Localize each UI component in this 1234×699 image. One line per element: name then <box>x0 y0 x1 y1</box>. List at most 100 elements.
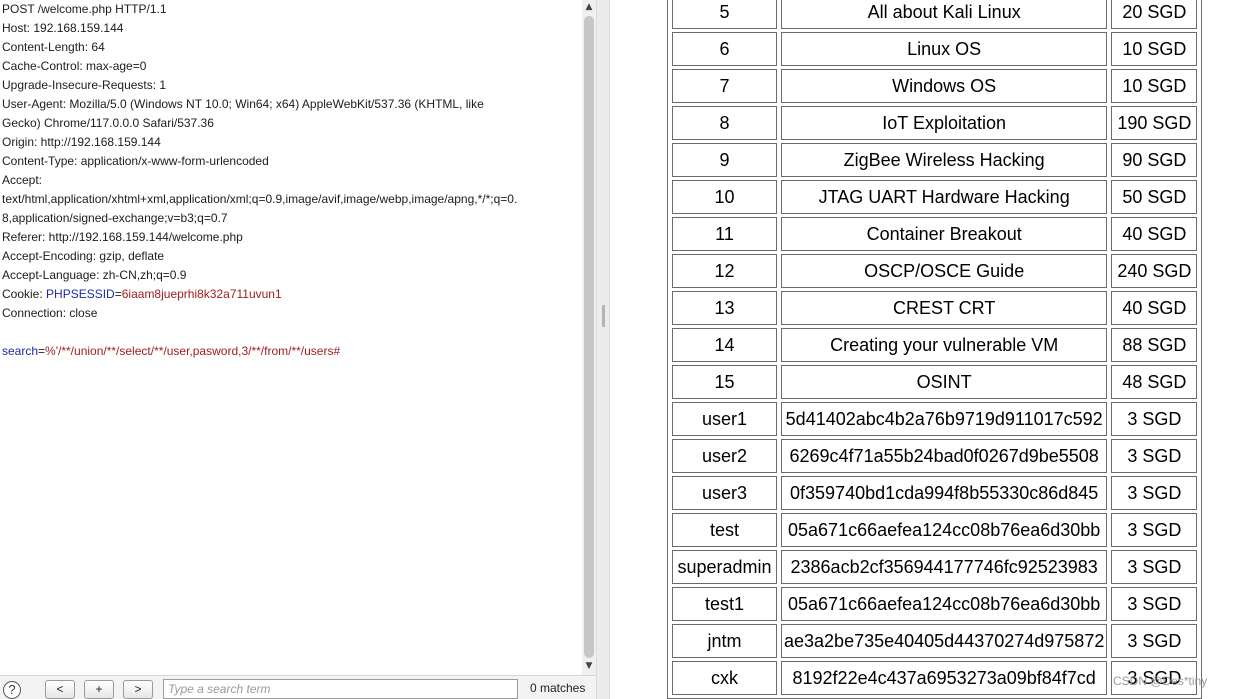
next-match-button[interactable]: > <box>123 680 153 699</box>
divider-grip-icon[interactable] <box>602 305 605 327</box>
request-text-segment: Connection: close <box>2 306 98 320</box>
request-text-segment: Host: 192.168.159.144 <box>2 21 124 35</box>
row-id-cell: 11 <box>672 217 777 251</box>
row-name-cell: ae3a2be735e40405d44370274d975872 <box>781 624 1108 658</box>
row-price-cell: 3 SGD <box>1111 439 1198 473</box>
row-name-cell: CREST CRT <box>781 291 1108 325</box>
row-price-cell: 3 SGD <box>1111 513 1198 547</box>
row-id-cell: 7 <box>672 69 777 103</box>
row-price-cell: 90 SGD <box>1111 143 1198 177</box>
row-price-cell: 240 SGD <box>1111 254 1198 288</box>
request-line: Cookie: PHPSESSID=6iaam8jueprhi8k32a711u… <box>2 285 574 304</box>
results-table: 5 All about Kali Linux 20 SGD 6 Linux OS 10 S… <box>667 0 1203 699</box>
request-line: search=%'/**/union/**/select/**/user,pas… <box>2 342 574 361</box>
request-text-segment: Accept: <box>2 173 43 187</box>
request-line: Content-Length: 64 <box>2 38 574 57</box>
row-price-cell: 48 SGD <box>1111 365 1198 399</box>
request-text-segment: Cache-Control: max-age=0 <box>2 59 147 73</box>
row-name-cell: Windows OS <box>781 69 1108 103</box>
row-name-cell: 8192f22e4c437a6953273a09bf84f7cd <box>781 661 1108 695</box>
row-price-cell: 3 SGD <box>1111 550 1198 584</box>
request-editor[interactable]: POST /welcome.php HTTP/1.1 Host: 192.168.… <box>0 0 582 675</box>
row-id-cell: cxk <box>672 661 777 695</box>
request-line: Gecko) Chrome/117.0.0.0 Safari/537.36 <box>2 114 574 133</box>
row-name-cell: Linux OS <box>781 32 1108 66</box>
row-id-cell: user2 <box>672 439 777 473</box>
request-line: Origin: http://192.168.159.144 <box>2 133 574 152</box>
row-name-cell: 5d41402abc4b2a76b9719d911017c592 <box>781 402 1108 436</box>
row-name-cell: IoT Exploitation <box>781 106 1108 140</box>
watermark: CSDN @Des*tiny <box>1113 674 1208 688</box>
scroll-down-arrow-icon[interactable]: ▼ <box>582 659 596 673</box>
request-text-segment: = <box>38 344 46 358</box>
previous-match-button[interactable]: < <box>45 680 75 699</box>
request-text-segment: Accept-Language: zh-CN,zh;q=0.9 <box>2 268 187 282</box>
row-name-cell: 05a671c66aefea124cc08b76ea6d30bb <box>781 587 1108 621</box>
request-line: Cache-Control: max-age=0 <box>2 57 574 76</box>
request-scrollbar[interactable]: ▲ ▼ <box>582 0 596 675</box>
row-price-cell: 3 SGD <box>1111 587 1198 621</box>
table-row: user3 0f359740bd1cda994f8b55330c86d845 3 S… <box>672 476 1198 510</box>
row-name-cell: 2386acb2cf356944177746fc92523983 <box>781 550 1108 584</box>
param-value: 6iaam8jueprhi8k32a711uvun1 <box>121 287 282 301</box>
row-id-cell: 10 <box>672 180 777 214</box>
request-text-segment: POST /welcome.php HTTP/1.1 <box>2 2 167 16</box>
row-name-cell: OSINT <box>781 365 1108 399</box>
row-id-cell: 14 <box>672 328 777 362</box>
row-id-cell: superadmin <box>672 550 777 584</box>
row-price-cell: 3 SGD <box>1111 402 1198 436</box>
table-row: user1 5d41402abc4b2a76b9719d911017c592 3 S… <box>672 402 1198 436</box>
row-id-cell: user3 <box>672 476 777 510</box>
table-row: 15 OSINT 48 SGD <box>672 365 1198 399</box>
request-text-segment: text/html,application/xhtml+xml,applicat… <box>2 192 518 206</box>
scrollbar-thumb[interactable] <box>584 16 594 658</box>
row-id-cell: 12 <box>672 254 777 288</box>
row-name-cell: All about Kali Linux <box>781 0 1108 29</box>
request-line <box>2 323 574 342</box>
request-text-segment: User-Agent: Mozilla/5.0 (Windows NT 10.0… <box>2 97 484 111</box>
request-line: Content-Type: application/x-www-form-url… <box>2 152 574 171</box>
table-row: 10 JTAG UART Hardware Hacking 50 SGD <box>672 180 1198 214</box>
row-name-cell: 0f359740bd1cda994f8b55330c86d845 <box>781 476 1108 510</box>
row-price-cell: 3 SGD <box>1111 624 1198 658</box>
pane-divider[interactable] <box>596 0 610 699</box>
add-search-button[interactable]: + <box>84 680 114 699</box>
request-text[interactable]: POST /welcome.php HTTP/1.1 Host: 192.168.… <box>2 0 574 361</box>
row-price-cell: 190 SGD <box>1111 106 1198 140</box>
table-row: 12 OSCP/OSCE Guide 240 SGD <box>672 254 1198 288</box>
request-line: User-Agent: Mozilla/5.0 (Windows NT 10.0… <box>2 95 574 114</box>
table-row: superadmin 2386acb2cf356944177746fc925239… <box>672 550 1198 584</box>
row-name-cell: 6269c4f71a55b24bad0f0267d9be5508 <box>781 439 1108 473</box>
request-text-segment: Content-Type: application/x-www-form-url… <box>2 154 269 168</box>
request-text-segment: Accept-Encoding: gzip, deflate <box>2 249 165 263</box>
row-name-cell: Creating your vulnerable VM <box>781 328 1108 362</box>
help-button[interactable]: ? <box>3 681 21 699</box>
request-line: Upgrade-Insecure-Requests: 1 <box>2 76 574 95</box>
row-name-cell: ZigBee Wireless Hacking <box>781 143 1108 177</box>
request-text-segment: Content-Length: 64 <box>2 40 105 54</box>
row-name-cell: JTAG UART Hardware Hacking <box>781 180 1108 214</box>
table-row: 14 Creating your vulnerable VM 88 SGD <box>672 328 1198 362</box>
table-row: test1 05a671c66aefea124cc08b76ea6d30bb 3 S… <box>672 587 1198 621</box>
search-input[interactable] <box>163 679 518 699</box>
request-text-segment: Cookie: <box>2 287 47 301</box>
rendered-response[interactable]: 5 All about Kali Linux 20 SGD 6 Linux OS 10 S… <box>610 0 1234 699</box>
request-line: Accept: <box>2 171 574 190</box>
param-value: %'/**/union/**/select/**/user,pasword,3/… <box>45 344 341 358</box>
row-name-cell: 05a671c66aefea124cc08b76ea6d30bb <box>781 513 1108 547</box>
table-row: 5 All about Kali Linux 20 SGD <box>672 0 1198 29</box>
scroll-up-arrow-icon[interactable]: ▲ <box>582 0 596 14</box>
row-price-cell: 40 SGD <box>1111 217 1198 251</box>
row-price-cell: 88 SGD <box>1111 328 1198 362</box>
row-id-cell: 6 <box>672 32 777 66</box>
request-text-segment: Gecko) Chrome/117.0.0.0 Safari/537.36 <box>2 116 214 130</box>
table-row: 8 IoT Exploitation 190 SGD <box>672 106 1198 140</box>
row-price-cell: 50 SGD <box>1111 180 1198 214</box>
request-line: text/html,application/xhtml+xml,applicat… <box>2 190 574 209</box>
request-line: Host: 192.168.159.144 <box>2 19 574 38</box>
row-id-cell: 15 <box>672 365 777 399</box>
request-line: Referer: http://192.168.159.144/welcome.… <box>2 228 574 247</box>
request-line: POST /welcome.php HTTP/1.1 <box>2 0 574 19</box>
table-row: 7 Windows OS 10 SGD <box>672 69 1198 103</box>
row-id-cell: 13 <box>672 291 777 325</box>
